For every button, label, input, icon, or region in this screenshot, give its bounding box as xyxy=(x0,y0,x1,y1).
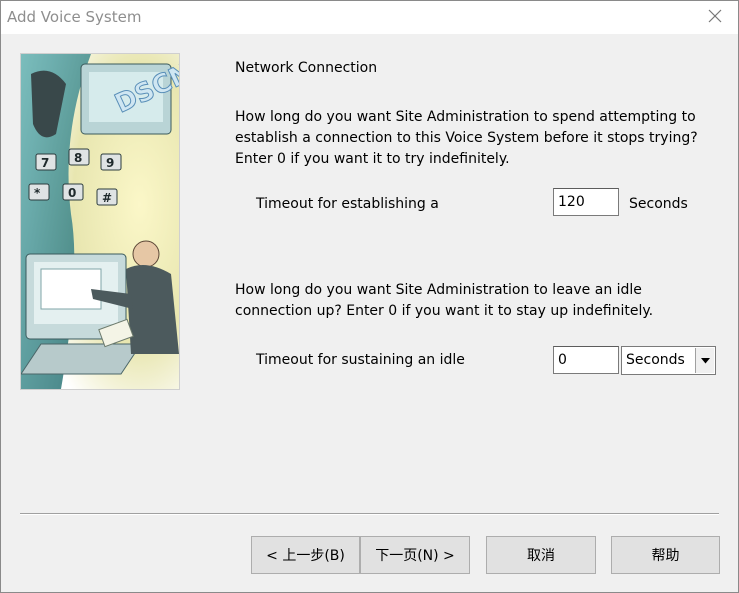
page-heading: Network Connection xyxy=(235,60,378,76)
timeout-idle-unit-select[interactable]: Seconds xyxy=(621,346,716,375)
footer-divider xyxy=(20,513,719,515)
chevron-down-icon[interactable] xyxy=(695,348,714,373)
timeout-idle-input[interactable] xyxy=(553,346,619,374)
svg-text:7: 7 xyxy=(41,156,49,170)
svg-text:#: # xyxy=(102,191,112,205)
svg-text:0: 0 xyxy=(68,186,76,200)
next-button[interactable]: 下一页(N) > xyxy=(360,536,470,574)
close-icon xyxy=(708,9,722,27)
add-voice-system-dialog: Add Voice System 7 8 9 * 0 # DSCN Networ… xyxy=(0,0,739,593)
window-title: Add Voice System xyxy=(7,8,142,26)
help-button[interactable]: 帮助 xyxy=(611,536,720,574)
establish-description: How long do you want Site Administration… xyxy=(235,109,698,167)
close-button[interactable] xyxy=(692,1,738,34)
title-bar: Add Voice System xyxy=(1,1,738,34)
back-button[interactable]: < 上一步(B) xyxy=(251,536,360,574)
svg-text:8: 8 xyxy=(74,151,82,165)
timeout-establish-input[interactable] xyxy=(553,188,619,216)
idle-description: How long do you want Site Administration… xyxy=(235,282,654,319)
timeout-establish-label: Timeout for establishing a xyxy=(256,196,439,212)
cancel-button[interactable]: 取消 xyxy=(486,536,596,574)
telephony-illustration: 789 * 0 # DSCN xyxy=(20,53,180,390)
timeout-establish-unit: Seconds xyxy=(629,196,688,212)
svg-text:9: 9 xyxy=(106,156,114,170)
timeout-idle-label: Timeout for sustaining an idle xyxy=(256,352,465,368)
timeout-idle-unit-value: Seconds xyxy=(626,352,685,368)
svg-text:*: * xyxy=(34,186,41,200)
